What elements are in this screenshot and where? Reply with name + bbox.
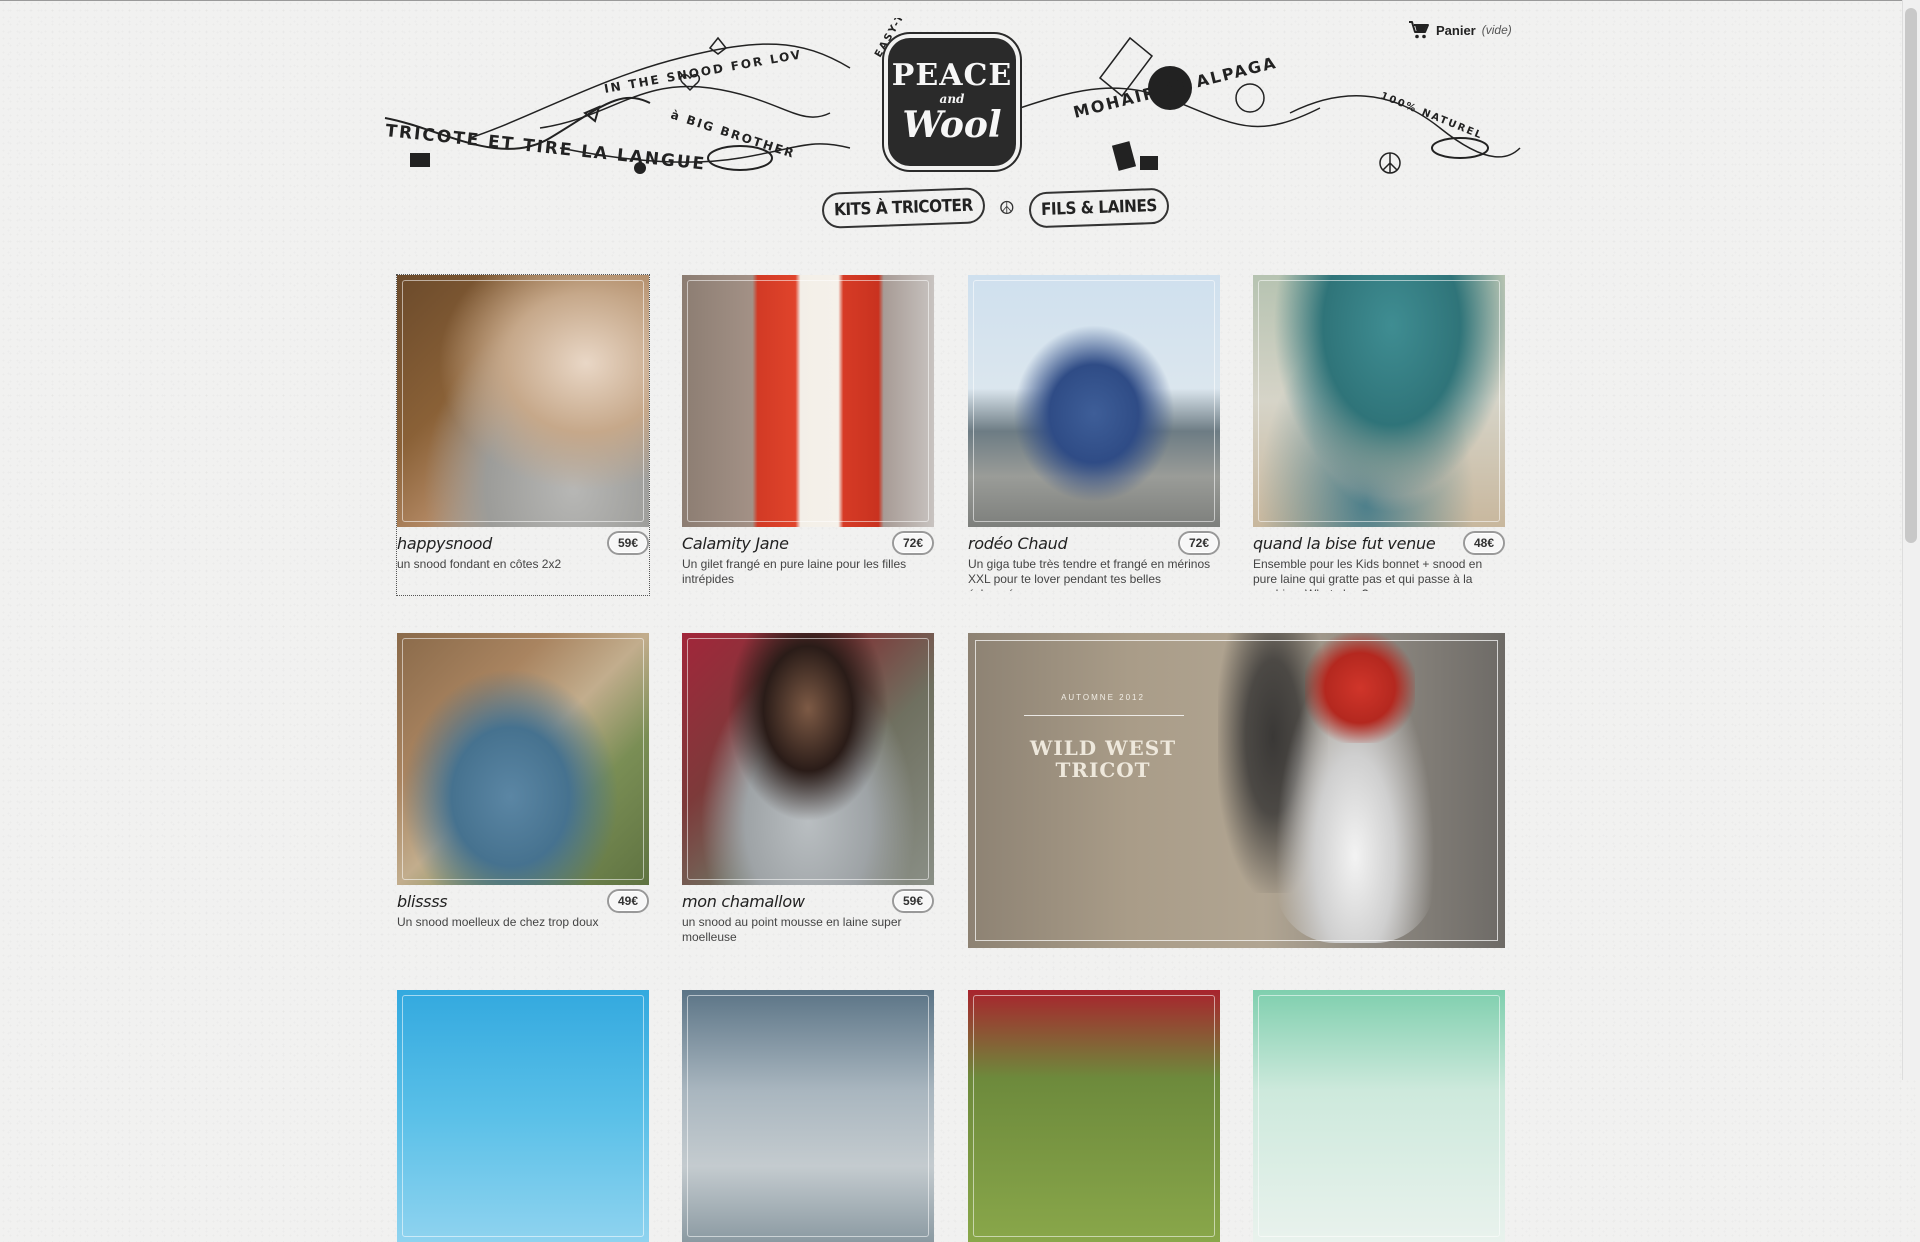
- nav-fils-link[interactable]: FILS & LAINES: [1028, 187, 1170, 229]
- promo-divider: [1024, 715, 1184, 716]
- price-badge: 59€: [891, 889, 934, 913]
- product-image[interactable]: [397, 275, 649, 527]
- site-logo[interactable]: PEACE and Wool: [888, 38, 1016, 166]
- product-desc: Un gilet frangé en pure laine pour les f…: [682, 557, 907, 586]
- banner-naturel-text: 100% NATUREL: [1379, 91, 1485, 142]
- product-name[interactable]: blissss: [397, 892, 448, 911]
- product-card[interactable]: mon chamallow 59€ un snood au point mous…: [682, 633, 934, 945]
- product-card[interactable]: [682, 990, 934, 1242]
- logo-line3: Wool: [902, 104, 1002, 146]
- product-desc: un snood au point mousse en laine super …: [682, 915, 902, 944]
- price-badge: 48€: [1462, 531, 1505, 555]
- site-header: Panier (vide) TRICOTE ET TIRE LA LANGUE …: [0, 0, 1920, 240]
- product-card[interactable]: rodéo Chaud 72€ Un giga tube très tendre…: [968, 275, 1220, 591]
- product-card[interactable]: happysnood 59€ un snood fondant en côtes…: [396, 274, 650, 596]
- peace-icon: ☮: [998, 197, 1015, 218]
- product-image[interactable]: [682, 275, 934, 527]
- price-badge: 72€: [891, 531, 934, 555]
- product-image[interactable]: [682, 633, 934, 885]
- product-card[interactable]: blissss 49€ Un snood moelleux de chez tr…: [397, 633, 649, 930]
- banner-left-text: TRICOTE ET TIRE LA LANGUE: [384, 121, 707, 175]
- product-card[interactable]: [397, 990, 649, 1242]
- product-name[interactable]: mon chamallow: [682, 892, 805, 911]
- page-scrollbar[interactable]: [1902, 0, 1920, 1080]
- product-desc: Ensemble pour les Kids bonnet + snood en…: [1253, 557, 1483, 591]
- product-name[interactable]: rodéo Chaud: [968, 534, 1068, 553]
- product-card[interactable]: [1253, 990, 1505, 1242]
- price-badge: 59€: [606, 531, 649, 555]
- product-name[interactable]: Calamity Jane: [682, 534, 789, 553]
- main-nav: KITS À TRICOTER ☮ FILS & LAINES: [821, 187, 1170, 229]
- price-badge: 49€: [606, 889, 649, 913]
- product-card[interactable]: quand la bise fut venue 48€ Ensemble pou…: [1253, 275, 1505, 591]
- promo-banner-wild-west[interactable]: AUTOMNE 2012 WILD WEST TRICOT: [968, 633, 1505, 948]
- scrollbar-thumb[interactable]: [1905, 8, 1917, 543]
- product-desc: Un giga tube très tendre et frangé en mé…: [968, 557, 1211, 591]
- nav-kits-link[interactable]: KITS À TRICOTER: [821, 187, 986, 229]
- price-badge: 72€: [1177, 531, 1220, 555]
- product-desc: un snood fondant en côtes 2x2: [397, 557, 562, 571]
- product-desc: Un snood moelleux de chez trop doux: [397, 915, 599, 929]
- promo-season: AUTOMNE 2012: [1061, 693, 1145, 702]
- product-card[interactable]: [968, 990, 1220, 1242]
- product-image[interactable]: [968, 990, 1220, 1242]
- product-image[interactable]: [1253, 275, 1505, 527]
- product-image[interactable]: [968, 275, 1220, 527]
- product-name[interactable]: quand la bise fut venue: [1253, 534, 1436, 553]
- product-image[interactable]: [1253, 990, 1505, 1242]
- product-card[interactable]: Calamity Jane 72€ Un gilet frangé en pur…: [682, 275, 934, 587]
- promo-title: WILD WEST TRICOT: [1029, 736, 1177, 782]
- product-image[interactable]: [682, 990, 934, 1242]
- product-image[interactable]: [397, 990, 649, 1242]
- product-image[interactable]: [397, 633, 649, 885]
- product-name[interactable]: happysnood: [397, 534, 492, 553]
- logo-line1: PEACE: [891, 58, 1013, 93]
